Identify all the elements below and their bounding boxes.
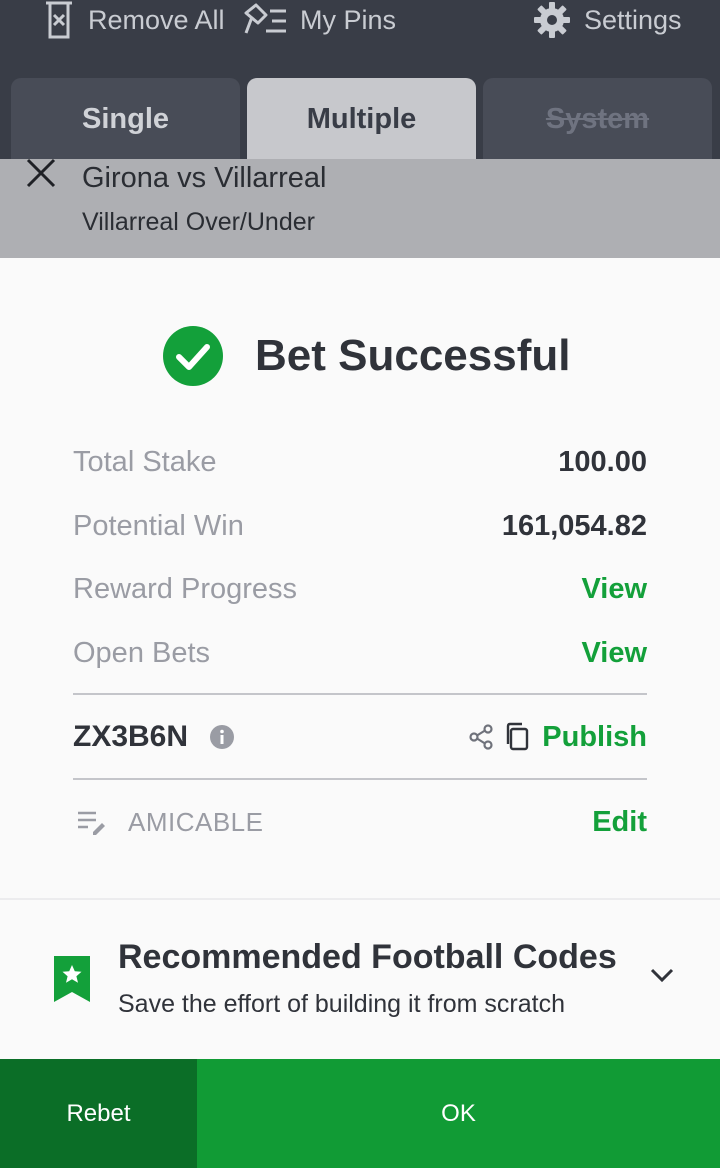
reward-progress-label: Reward Progress <box>73 572 298 605</box>
section-divider <box>0 898 720 900</box>
toolbar: Remove All My Pins Settings <box>0 0 720 40</box>
tab-multiple[interactable]: Multiple <box>247 78 476 160</box>
gear-icon <box>534 2 570 38</box>
bet-note-group: AMICABLE <box>76 807 264 838</box>
bet-note-row: AMICABLE Edit <box>76 802 647 842</box>
total-stake-label: Total Stake <box>73 445 217 478</box>
total-stake-row: Total Stake 100.00 <box>73 442 647 482</box>
selection-match: Girona vs Villarreal <box>82 162 327 194</box>
edit-note-button[interactable]: Edit <box>592 806 647 839</box>
booking-code: ZX3B6N <box>73 720 189 753</box>
close-icon[interactable] <box>24 156 58 190</box>
remove-all-button[interactable]: Remove All <box>42 0 225 40</box>
selection-market: Villarreal Over/Under <box>82 208 315 236</box>
settings-button[interactable]: Settings <box>532 0 682 40</box>
info-icon[interactable] <box>210 725 235 749</box>
tab-single[interactable]: Single <box>11 78 240 160</box>
check-circle-icon <box>163 326 223 386</box>
pins-list-icon <box>244 3 286 34</box>
potential-win-row: Potential Win 161,054.82 <box>73 506 647 546</box>
remove-all-label: Remove All <box>88 4 225 35</box>
tab-single-label: Single <box>81 102 169 135</box>
booking-actions: Publish <box>468 721 647 754</box>
tab-system-label: System <box>545 102 650 135</box>
tab-multiple-label: Multiple <box>306 102 417 135</box>
share-icon[interactable] <box>468 724 494 750</box>
recommended-title[interactable]: Recommended Football Codes <box>118 938 617 977</box>
copy-icon[interactable] <box>504 722 530 752</box>
trash-x-icon <box>46 1 72 39</box>
potential-win-value: 161,054.82 <box>501 509 647 542</box>
my-pins-button[interactable]: My Pins <box>244 0 396 40</box>
tab-system[interactable]: System <box>483 78 712 160</box>
open-bets-row: Open Bets View <box>73 633 647 673</box>
reward-progress-view-link[interactable]: View <box>581 573 647 606</box>
ok-button[interactable]: OK <box>197 1059 720 1168</box>
divider <box>73 778 647 780</box>
rebet-button[interactable]: Rebet <box>0 1059 197 1168</box>
success-header: Bet Successful <box>163 326 570 386</box>
settings-label: Settings <box>584 4 682 35</box>
bookmark-star-icon <box>54 956 90 1002</box>
edit-note-icon <box>78 811 105 835</box>
total-stake-value: 100.00 <box>558 445 647 478</box>
bet-note-text: AMICABLE <box>128 806 264 837</box>
booking-code-row: ZX3B6N Publish <box>73 716 647 758</box>
reward-progress-row: Reward Progress View <box>73 569 647 609</box>
success-title: Bet Successful <box>255 331 571 380</box>
betslip-header: Remove All My Pins Settings Single Multi… <box>0 0 720 160</box>
recommended-subtitle: Save the effort of building it from scra… <box>118 990 565 1018</box>
open-bets-label: Open Bets <box>73 636 211 669</box>
potential-win-label: Potential Win <box>73 509 244 542</box>
divider <box>73 693 647 695</box>
my-pins-label: My Pins <box>300 4 397 35</box>
open-bets-view-link[interactable]: View <box>581 637 647 670</box>
chevron-down-icon[interactable] <box>649 966 675 984</box>
publish-button[interactable]: Publish <box>542 721 647 754</box>
booking-code-group: ZX3B6N <box>73 720 235 754</box>
